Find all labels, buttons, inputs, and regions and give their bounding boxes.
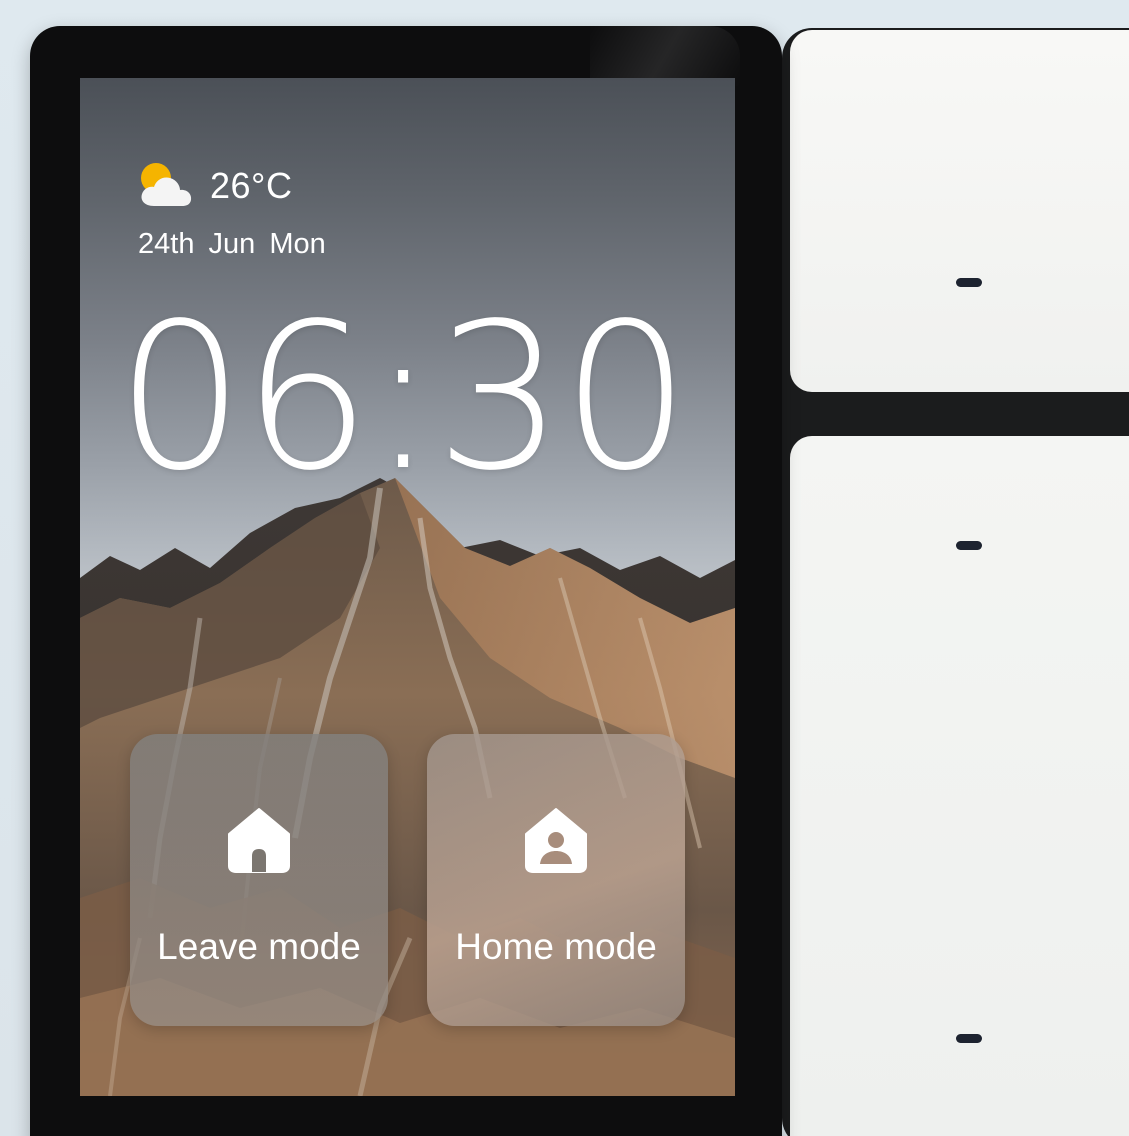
bezel-glare <box>590 26 740 86</box>
home-mode-label: Home mode <box>455 926 657 967</box>
smart-panel-device: 26°C 24th Jun Mon 06:30 Leave mode Home … <box>30 26 782 1136</box>
house-icon <box>226 806 292 874</box>
bottom-switch-key[interactable] <box>790 436 1129 1136</box>
indicator-light <box>956 541 982 550</box>
indicator-light <box>956 278 982 287</box>
indicator-light <box>956 1034 982 1043</box>
home-mode-button[interactable]: Home mode <box>427 734 685 1026</box>
leave-mode-button[interactable]: Leave mode <box>130 734 388 1026</box>
date-label: 24th Jun Mon <box>138 228 326 260</box>
house-person-icon <box>523 806 589 874</box>
touch-screen: 26°C 24th Jun Mon 06:30 Leave mode Home … <box>80 78 735 1096</box>
leave-mode-label: Leave mode <box>157 926 361 967</box>
clock-display: 06:30 <box>116 279 690 515</box>
temperature-label: 26°C <box>210 165 293 206</box>
weather-widget: 26°C <box>136 160 292 212</box>
partly-cloudy-icon <box>136 160 196 212</box>
product-scene: 26°C 24th Jun Mon 06:30 Leave mode Home … <box>0 0 1129 1136</box>
top-switch-key[interactable] <box>790 30 1129 392</box>
